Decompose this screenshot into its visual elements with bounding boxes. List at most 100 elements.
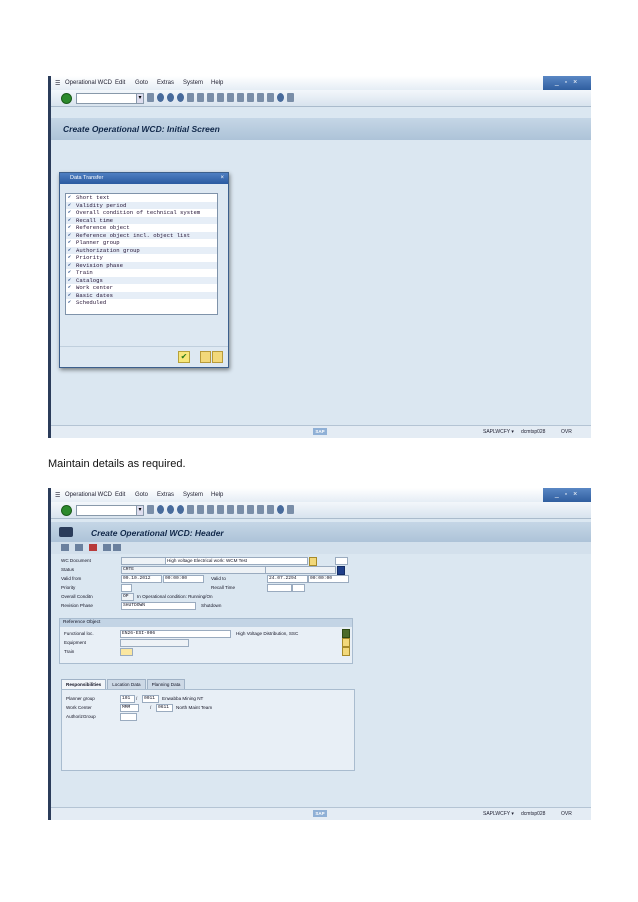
list-item[interactable]: Work center: [66, 284, 217, 292]
first-page-icon[interactable]: [217, 93, 224, 102]
find-next-icon[interactable]: [207, 93, 214, 102]
wcd-number-field[interactable]: [121, 557, 166, 565]
menu-help[interactable]: Help: [211, 80, 223, 86]
train-field[interactable]: [120, 648, 133, 656]
structure-icon[interactable]: [342, 629, 350, 638]
find-icon[interactable]: [197, 93, 204, 102]
back-icon[interactable]: [157, 93, 164, 102]
print-icon[interactable]: [187, 505, 194, 514]
close-icon[interactable]: ×: [220, 173, 224, 184]
menu-extras[interactable]: Extras: [157, 80, 174, 86]
object-link-icon[interactable]: [103, 544, 111, 551]
command-field[interactable]: [76, 93, 142, 104]
exit-icon[interactable]: [167, 93, 174, 102]
valid-to-time-field[interactable]: 00:00:00: [308, 575, 349, 583]
window-controls[interactable]: _ ▫ ×: [543, 488, 591, 502]
next-page-icon[interactable]: [237, 93, 244, 102]
find-icon[interactable]: [197, 505, 204, 514]
list-item[interactable]: Validity period: [66, 201, 217, 209]
system-info[interactable]: SAPLWCFY ▾: [483, 811, 514, 817]
menu-help[interactable]: Help: [211, 492, 223, 498]
layout-icon[interactable]: [287, 93, 294, 102]
menu-edit[interactable]: Edit: [115, 80, 125, 86]
chevron-down-icon[interactable]: ▾: [136, 93, 144, 104]
recall-time-field[interactable]: [267, 584, 292, 592]
menu-system[interactable]: System: [183, 80, 203, 86]
equipment-field[interactable]: [120, 639, 189, 647]
priority-field[interactable]: [121, 584, 132, 592]
planning-plant-field[interactable]: 0011: [142, 695, 159, 703]
list-item[interactable]: Reference object incl. object list: [66, 231, 217, 239]
list-item[interactable]: Priority: [66, 254, 217, 262]
menu-goto[interactable]: Goto: [135, 80, 148, 86]
help-icon[interactable]: [277, 93, 284, 102]
work-center-field[interactable]: MMM: [120, 704, 139, 712]
prev-page-icon[interactable]: [227, 93, 234, 102]
menu-icon[interactable]: ☰: [55, 80, 60, 87]
list-item[interactable]: Basic dates: [66, 291, 217, 299]
list-item[interactable]: Scheduled: [66, 299, 217, 307]
cancel-icon[interactable]: [177, 505, 184, 514]
layout-icon[interactable]: [287, 505, 294, 514]
info-icon[interactable]: [337, 566, 345, 575]
list-item[interactable]: Train: [66, 269, 217, 277]
next-page-icon[interactable]: [237, 505, 244, 514]
first-page-icon[interactable]: [217, 505, 224, 514]
tab-responsibilities[interactable]: Responsibilities: [61, 679, 107, 689]
long-text-icon[interactable]: [309, 557, 317, 566]
cancel-icon[interactable]: [177, 93, 184, 102]
document-icon[interactable]: [113, 544, 121, 551]
list-item[interactable]: Revision phase: [66, 261, 217, 269]
deselect-all-icon[interactable]: [212, 351, 223, 363]
find-next-icon[interactable]: [207, 505, 214, 514]
valid-from-date-field[interactable]: 09.10.2012: [121, 575, 162, 583]
confirm-button[interactable]: ✔: [178, 351, 190, 363]
new-session-icon[interactable]: [257, 505, 264, 514]
language-field[interactable]: [335, 557, 348, 565]
search-help-icon[interactable]: [342, 647, 350, 656]
menu-operational-wcd[interactable]: Operational WCD: [65, 80, 112, 86]
save-icon[interactable]: [147, 93, 154, 102]
menu-operational-wcd[interactable]: Operational WCD: [65, 492, 112, 498]
select-all-icon[interactable]: [200, 351, 211, 363]
command-field[interactable]: [76, 505, 142, 516]
prev-page-icon[interactable]: [227, 505, 234, 514]
wcd-text-field[interactable]: High voltage Electrical work: WCM Test: [165, 557, 308, 565]
system-info[interactable]: SAPLWCFY ▾: [483, 429, 514, 435]
list-item[interactable]: Authorization group: [66, 246, 217, 254]
enter-icon[interactable]: [61, 505, 72, 516]
work-center-plant-field[interactable]: 0611: [156, 704, 173, 712]
object-list-icon[interactable]: [342, 638, 350, 647]
list-item[interactable]: Short text: [66, 194, 217, 202]
enter-icon[interactable]: [61, 93, 72, 104]
list-item[interactable]: Reference object: [66, 224, 217, 232]
menu-extras[interactable]: Extras: [157, 492, 174, 498]
shortcut-icon[interactable]: [267, 93, 274, 102]
list-item[interactable]: Catalogs: [66, 276, 217, 284]
window-controls[interactable]: _ ▫ ×: [543, 76, 591, 90]
planner-group-field[interactable]: 101: [120, 695, 135, 703]
print-icon[interactable]: [187, 93, 194, 102]
menu-edit[interactable]: Edit: [115, 492, 125, 498]
chevron-down-icon[interactable]: ▾: [136, 505, 144, 516]
save-icon[interactable]: [147, 505, 154, 514]
menu-icon[interactable]: ☰: [55, 492, 60, 499]
list-item[interactable]: Recall time: [66, 216, 217, 224]
shortcut-icon[interactable]: [267, 505, 274, 514]
display-icon[interactable]: [75, 544, 83, 551]
menu-system[interactable]: System: [183, 492, 203, 498]
menu-goto[interactable]: Goto: [135, 492, 148, 498]
help-icon[interactable]: [277, 505, 284, 514]
list-item[interactable]: Overall condition of technical system: [66, 209, 217, 217]
functional-location-field[interactable]: EN26-ESI-006: [120, 630, 231, 638]
last-page-icon[interactable]: [247, 93, 254, 102]
new-session-icon[interactable]: [257, 93, 264, 102]
exit-icon[interactable]: [167, 505, 174, 514]
list-item[interactable]: Planner group: [66, 239, 217, 247]
authorization-group-field[interactable]: [120, 713, 137, 721]
recall-unit-field[interactable]: [292, 584, 305, 592]
edit-icon[interactable]: [61, 544, 69, 551]
valid-to-date-field[interactable]: 24.07.2294: [267, 575, 308, 583]
last-page-icon[interactable]: [247, 505, 254, 514]
back-icon[interactable]: [157, 505, 164, 514]
